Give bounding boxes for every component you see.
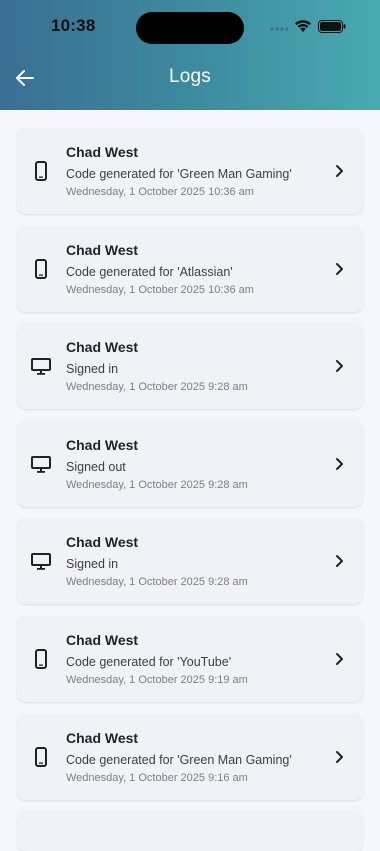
wifi-icon — [294, 19, 312, 38]
log-timestamp: Wednesday, 1 October 2025 10:36 am — [66, 283, 254, 296]
chevron-right-icon — [333, 359, 345, 373]
log-item[interactable]: Chad West Code generated for 'YouTube' W… — [17, 615, 363, 702]
log-user-name: Chad West — [66, 241, 139, 258]
chevron-right-icon — [333, 652, 345, 666]
logs-list: Chad West Code generated for 'Green Man … — [17, 128, 363, 851]
log-timestamp: Wednesday, 1 October 2025 9:16 am — [66, 771, 248, 784]
log-item[interactable]: Chad West Code generated for 'Green Man … — [17, 128, 363, 214]
page-title: Logs — [168, 66, 211, 87]
status-icons — [270, 19, 346, 38]
phone-icon — [31, 648, 51, 669]
dynamic-island — [136, 12, 244, 44]
log-item[interactable]: Chad West Signed in Wednesday, 1 October… — [17, 323, 363, 410]
chevron-right-icon — [333, 164, 345, 178]
log-user-name: Chad West — [66, 534, 139, 551]
log-item[interactable]: Chad West Code generated for 'Atlassian'… — [17, 225, 363, 312]
phone-icon — [31, 258, 51, 279]
desktop-icon — [31, 454, 51, 474]
log-user-name: Chad West — [66, 631, 139, 648]
log-item[interactable]: Chad West Signed out Wednesday, 1 Octobe… — [17, 420, 363, 507]
log-timestamp: Wednesday, 1 October 2025 9:19 am — [66, 673, 248, 686]
phone-icon — [31, 746, 51, 767]
log-action: Code generated for 'Atlassian' — [66, 264, 233, 279]
log-user-name: Chad West — [66, 339, 139, 356]
desktop-icon — [31, 551, 51, 571]
battery-icon — [318, 19, 346, 38]
log-action: Signed out — [66, 459, 126, 474]
log-timestamp: Wednesday, 1 October 2025 9:28 am — [66, 478, 248, 491]
phone-icon — [31, 161, 51, 181]
log-action: Code generated for 'Green Man Gaming' — [66, 752, 292, 767]
log-item[interactable]: Chad West Signed in Wednesday, 1 October… — [17, 518, 363, 605]
log-action: Signed in — [66, 557, 119, 572]
chevron-right-icon — [333, 457, 345, 471]
log-timestamp: Wednesday, 1 October 2025 9:28 am — [66, 576, 248, 589]
chevron-right-icon — [333, 262, 345, 276]
desktop-icon — [31, 356, 51, 376]
log-timestamp: Wednesday, 1 October 2025 9:28 am — [66, 381, 248, 394]
signal-icon — [270, 20, 289, 38]
chevron-right-icon — [333, 554, 345, 568]
app-header: 10:38 Logs — [0, 0, 380, 110]
log-timestamp: Wednesday, 1 October 2025 10:36 am — [66, 186, 254, 198]
chevron-right-icon — [333, 750, 345, 764]
log-item[interactable]: Chad West Code generated for 'Green Man … — [17, 713, 363, 800]
log-action: Signed in — [66, 362, 119, 377]
log-user-name: Chad West — [66, 729, 139, 746]
log-item-partial[interactable] — [17, 811, 363, 851]
status-time: 10:38 — [51, 16, 96, 35]
log-user-name: Chad West — [66, 436, 139, 453]
log-action: Code generated for 'YouTube' — [66, 654, 232, 669]
log-action: Code generated for 'Green Man Gaming' — [66, 167, 292, 181]
log-user-name: Chad West — [66, 144, 139, 160]
